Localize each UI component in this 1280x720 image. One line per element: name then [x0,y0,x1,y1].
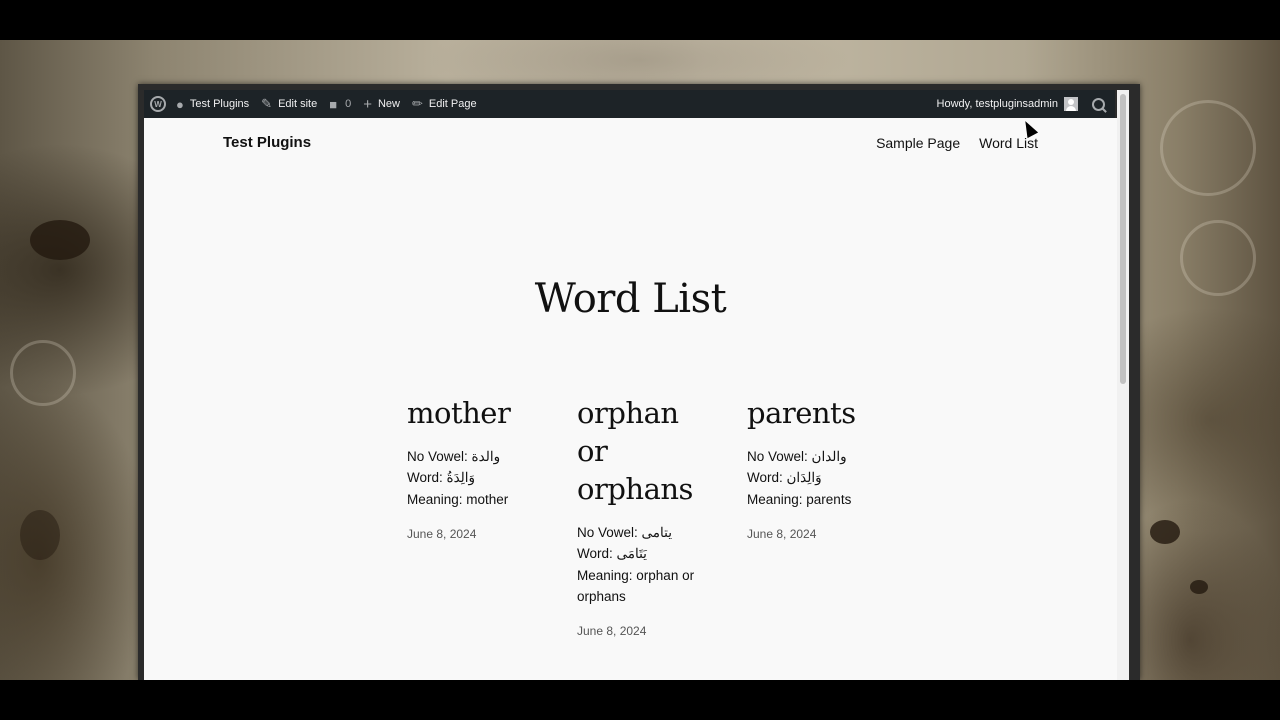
post-card: parents No Vowel: والدان Word: وَالِدَان… [747,394,877,638]
post-no-vowel: No Vowel: يتامى [577,525,672,540]
post-word: Word: وَالِدَان [747,470,822,486]
post-date: June 8, 2024 [577,624,647,639]
post-card: orphan or orphans No Vowel: يتامى Word: … [577,394,707,638]
page-title: Word List [534,276,727,322]
post-word: Word: يَتَامَى [577,546,647,562]
admin-bar-account[interactable]: Howdy, testpluginsadmin [931,90,1078,118]
nav-item-sample-page[interactable]: Sample Page [876,135,960,151]
pencil-icon: ✏ [411,96,423,111]
admin-bar-edit-page[interactable]: ✏ Edit Page [406,90,483,118]
admin-bar-comments[interactable]: ■ 0 [323,90,357,118]
admin-bar-new[interactable]: + New [357,90,406,118]
plus-icon: + [363,95,372,113]
post-no-vowel: No Vowel: والدان [747,449,847,464]
nav-item-word-list[interactable]: Word List [979,135,1038,151]
dashboard-icon: ● [176,96,184,112]
brush-icon: ✎ [261,96,273,111]
admin-bar: W ● Test Plugins ✎ Edit site ■ 0 + New ✏… [144,90,1115,118]
post-card: mother No Vowel: والدة Word: وَالِدَةُ M… [407,394,537,638]
howdy-label: Howdy, testpluginsadmin [936,98,1058,110]
edit-site-label: Edit site [278,98,318,110]
main-navigation: Sample Page Word List [876,135,1038,151]
post-no-vowel: No Vowel: والدة [407,449,501,464]
edit-page-label: Edit Page [428,98,477,110]
comment-icon: ■ [329,96,338,112]
video-letterbox-bottom [0,680,1280,720]
post-list: mother No Vowel: والدة Word: وَالِدَةُ M… [407,394,877,638]
search-icon[interactable] [1092,97,1105,111]
video-letterbox-top [0,0,1280,40]
post-meaning: Meaning: mother [407,491,509,507]
comments-count: 0 [345,98,352,110]
site-title[interactable]: Test Plugins [223,134,311,151]
post-word: Word: وَالِدَةُ [407,470,476,486]
admin-bar-site-name[interactable]: ● Test Plugins [170,90,255,118]
post-date: June 8, 2024 [747,526,817,541]
post-meaning: Meaning: parents [747,491,852,507]
post-title[interactable]: parents [747,394,877,432]
site-name-label: Test Plugins [189,98,250,110]
post-title[interactable]: mother [407,394,537,432]
post-title[interactable]: orphan or orphans [577,394,707,508]
scrollbar-thumb[interactable] [1120,94,1126,384]
post-meaning: Meaning: orphan or orphans [577,567,695,604]
avatar [1064,97,1078,111]
new-label: New [377,98,400,110]
browser-window: W ● Test Plugins ✎ Edit site ■ 0 + New ✏… [138,84,1140,680]
page-content: Test Plugins Sample Page Word List Word … [144,118,1117,680]
wordpress-logo-icon[interactable]: W [150,96,166,112]
admin-bar-edit-site[interactable]: ✎ Edit site [255,90,323,118]
scrollbar[interactable] [1117,90,1129,680]
post-date: June 8, 2024 [407,526,477,541]
